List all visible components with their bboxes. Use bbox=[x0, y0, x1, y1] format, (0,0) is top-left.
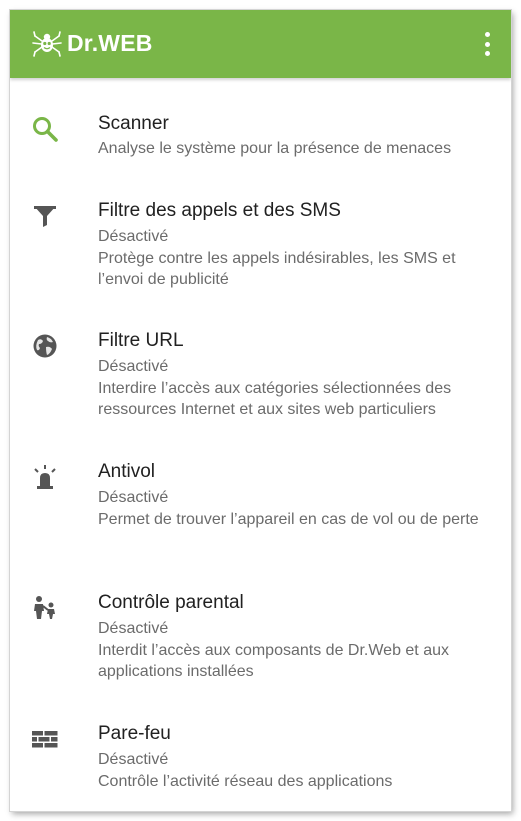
item-description: Interdit l’accès aux composants de Dr.We… bbox=[98, 642, 449, 680]
alarm-light-icon bbox=[30, 462, 60, 492]
globe-icon bbox=[30, 331, 60, 361]
item-description: Permet de trouver l’appareil en cas de v… bbox=[98, 511, 479, 528]
item-description: Protège contre les appels indésirables, … bbox=[98, 250, 456, 288]
drweb-logo: Dr.WEB bbox=[32, 30, 153, 57]
item-status: Désactivé bbox=[98, 228, 169, 245]
spider-logo-icon bbox=[32, 30, 62, 57]
brand-name: Dr.WEB bbox=[67, 30, 153, 56]
app-window: Dr.WEB Scanner Analyse le système pour l… bbox=[10, 10, 511, 811]
item-description: Contrôle l’activité réseau des applicati… bbox=[98, 773, 393, 790]
list-item-call-sms-filter[interactable]: Filtre des appels et des SMS Désactivé P… bbox=[10, 199, 511, 291]
filter-icon bbox=[30, 201, 60, 231]
firewall-icon bbox=[30, 724, 60, 754]
item-title: Antivol bbox=[98, 461, 156, 482]
more-vert-icon[interactable] bbox=[481, 32, 493, 56]
item-title: Scanner bbox=[98, 113, 169, 134]
app-bar: Dr.WEB bbox=[10, 10, 511, 78]
item-status: Désactivé bbox=[98, 489, 169, 506]
list-item-url-filter[interactable]: Filtre URL Désactivé Interdire l’accès a… bbox=[10, 329, 511, 421]
list-item-scanner[interactable]: Scanner Analyse le système pour la prése… bbox=[10, 112, 511, 168]
item-status: Désactivé bbox=[98, 751, 169, 768]
list-item-parental-control[interactable]: Contrôle parental Désactivé Interdit l’a… bbox=[10, 591, 511, 683]
item-status: Désactivé bbox=[98, 620, 169, 637]
parent-child-icon bbox=[30, 593, 60, 623]
item-title: Filtre des appels et des SMS bbox=[98, 200, 341, 221]
list-item-antitheft[interactable]: Antivol Désactivé Permet de trouver l’ap… bbox=[10, 460, 511, 552]
item-status: Désactivé bbox=[98, 358, 169, 375]
item-title: Pare-feu bbox=[98, 723, 171, 744]
item-description: Analyse le système pour la présence de m… bbox=[98, 140, 452, 157]
item-title: Filtre URL bbox=[98, 330, 184, 351]
search-icon bbox=[30, 114, 60, 144]
item-title: Contrôle parental bbox=[98, 592, 244, 613]
list-item-firewall[interactable]: Pare-feu Désactivé Contrôle l’activité r… bbox=[10, 722, 511, 794]
item-description: Interdire l’accès aux catégories sélecti… bbox=[98, 380, 452, 418]
